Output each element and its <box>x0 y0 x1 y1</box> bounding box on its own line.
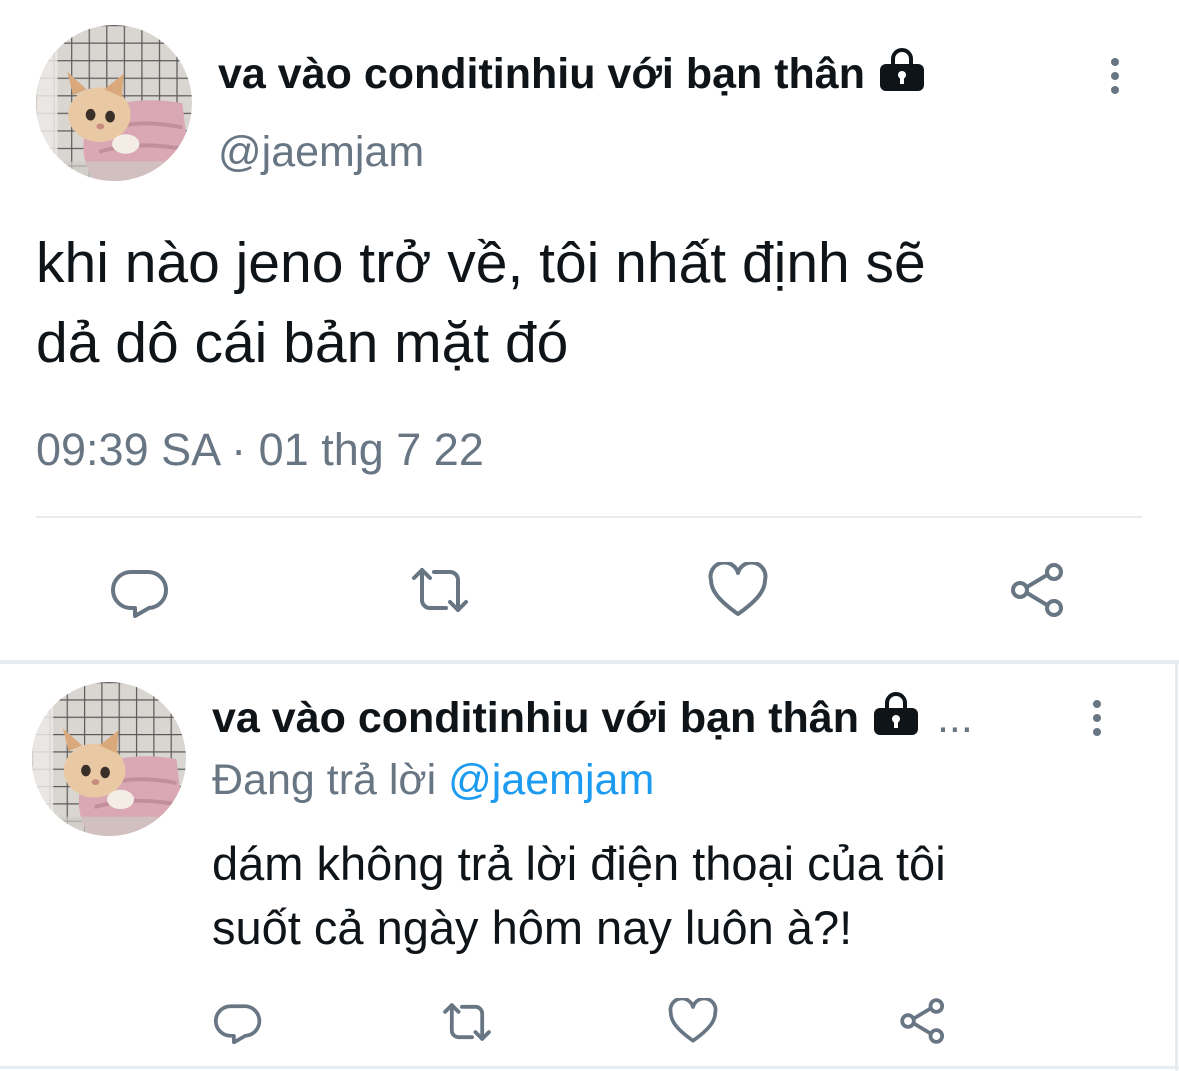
reply-author-name[interactable]: va vào conditinhiu với bạn thân ... <box>212 691 973 746</box>
right-edge <box>1175 662 1178 1071</box>
more-vertical-icon[interactable] <box>1088 700 1106 736</box>
reply-text-line-2: suốt cả ngày hôm nay luôn à?! <box>212 901 853 954</box>
replying-handle[interactable]: @jaemjam <box>448 756 654 804</box>
share-button[interactable] <box>896 994 950 1048</box>
bottom-divider <box>0 1066 1179 1069</box>
reply-avatar[interactable] <box>32 682 186 836</box>
like-button[interactable] <box>706 560 770 620</box>
retweet-icon <box>412 568 468 612</box>
tweet-text-line-2: dả dô cái bản mặt đó <box>36 311 569 375</box>
heart-icon <box>668 998 718 1043</box>
replying-to: Đang trả lời @jaemjam <box>212 756 654 805</box>
more-vertical-icon[interactable] <box>1106 58 1124 94</box>
tweet-text-line-1: khi nào jeno trở về, tôi nhất định sẽ <box>36 231 926 295</box>
avatar[interactable] <box>36 25 192 181</box>
share-icon <box>1011 563 1063 617</box>
heart-icon <box>708 562 768 616</box>
reply-button[interactable] <box>212 995 264 1047</box>
reply-display-name: va vào conditinhiu với bạn thân <box>212 693 859 742</box>
display-name: va vào conditinhiu với bạn thân <box>218 49 865 98</box>
reply-button[interactable] <box>108 558 172 622</box>
section-divider <box>0 660 1179 664</box>
share-button[interactable] <box>1006 558 1070 622</box>
retweet-icon <box>443 1003 491 1041</box>
timestamp[interactable]: 09:39 SA · 01 thg 7 22 <box>36 424 484 476</box>
divider <box>36 516 1142 518</box>
retweet-button[interactable] <box>406 560 474 620</box>
author-handle[interactable]: @jaemjam <box>218 128 424 177</box>
name-ellipsis: ... <box>936 693 973 742</box>
reply-icon <box>111 569 169 618</box>
share-icon <box>900 998 945 1044</box>
author-name[interactable]: va vào conditinhiu với bạn thân <box>218 47 927 102</box>
reply-icon <box>214 1004 262 1044</box>
reply-text-line-1: dám không trả lời điện thoại của tôi <box>212 837 946 890</box>
lock-icon <box>877 47 927 102</box>
lock-icon <box>871 691 921 746</box>
replying-label: Đang trả lời <box>212 756 437 804</box>
like-button[interactable] <box>666 996 720 1046</box>
retweet-button[interactable] <box>438 997 496 1047</box>
